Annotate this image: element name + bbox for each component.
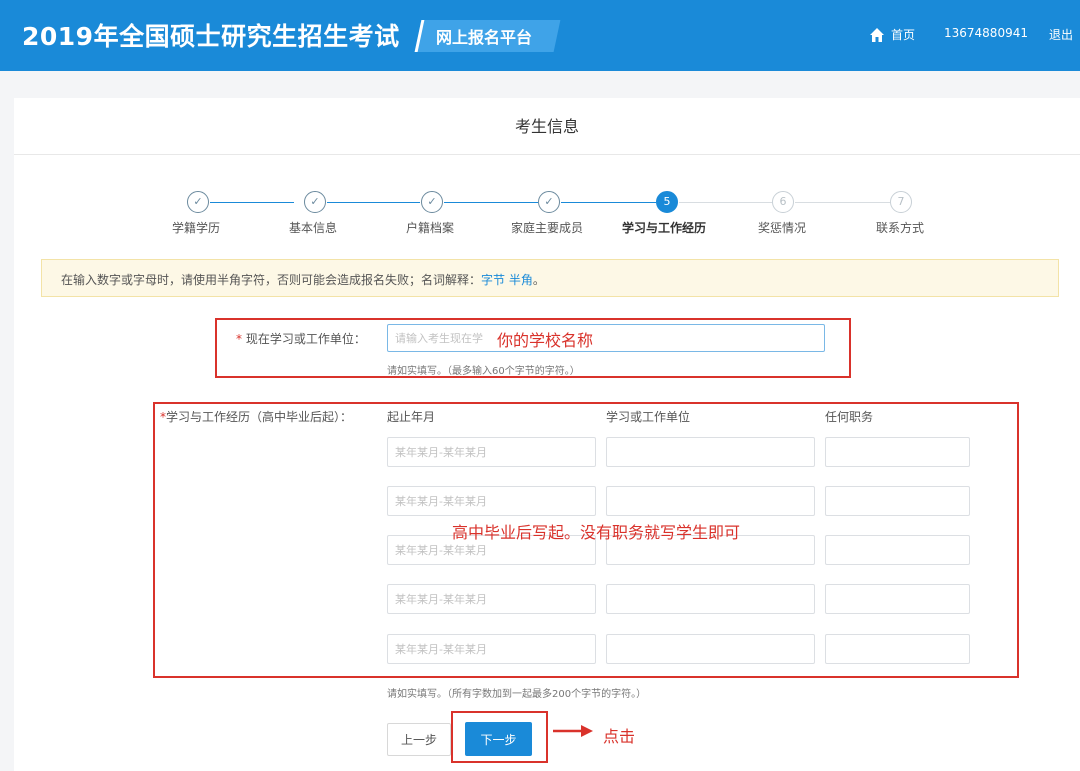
home-icon[interactable] bbox=[869, 27, 885, 43]
history-row-4-period[interactable] bbox=[387, 584, 596, 614]
step-label-experience: 学习与工作经历 bbox=[622, 221, 707, 235]
platform-label: 网上报名平台 bbox=[436, 28, 533, 47]
step-connector bbox=[327, 202, 420, 203]
history-row-5-unit[interactable] bbox=[606, 634, 815, 664]
notice-end: 。 bbox=[532, 273, 545, 287]
step-label-family: 家庭主要成员 bbox=[511, 221, 584, 235]
history-row-2-position[interactable] bbox=[825, 486, 970, 516]
arrow-right-icon bbox=[553, 725, 593, 737]
history-row-2-unit[interactable] bbox=[606, 486, 815, 516]
annotation-school-name: 你的学校名称 bbox=[497, 331, 594, 350]
home-link[interactable]: 首页 bbox=[891, 26, 915, 43]
history-row-4-position[interactable] bbox=[825, 584, 970, 614]
history-row-1-position[interactable] bbox=[825, 437, 970, 467]
history-row-5-period[interactable] bbox=[387, 634, 596, 664]
user-phone: 13674880941 bbox=[944, 26, 1028, 40]
prev-step-button[interactable]: 上一步 bbox=[387, 723, 451, 756]
notice-link-byte[interactable]: 字节 bbox=[481, 273, 505, 287]
notice-link-halfwidth[interactable]: 半角 bbox=[509, 273, 533, 287]
history-row-1-period[interactable] bbox=[387, 437, 596, 467]
step-label-contact: 联系方式 bbox=[876, 221, 925, 235]
step-connector bbox=[795, 202, 890, 203]
site-title: 2019年全国硕士研究生招生考试 bbox=[22, 22, 400, 51]
top-header: 2019年全国硕士研究生招生考试 网上报名平台 首页 13674880941 退… bbox=[0, 0, 1080, 71]
logout-link[interactable]: 退出 bbox=[1049, 26, 1073, 43]
current-unit-label: * 现在学习或工作单位： bbox=[236, 330, 366, 347]
step-3-check-icon: ✓ bbox=[421, 191, 443, 213]
column-header-period: 起止年月 bbox=[387, 410, 436, 424]
current-unit-hint: 请如实填写。（最多输入60个字节的字符。） bbox=[387, 366, 580, 377]
current-unit-label-text: 现在学习或工作单位： bbox=[245, 332, 366, 346]
history-row-1-unit[interactable] bbox=[606, 437, 815, 467]
step-label-basic-info: 基本信息 bbox=[289, 221, 338, 235]
step-connector bbox=[561, 202, 656, 203]
next-step-button[interactable]: 下一步 bbox=[465, 722, 532, 756]
step-5-current: 5 bbox=[656, 191, 678, 213]
history-hint: 请如实填写。（所有字数加到一起最多200个字节的字符。） bbox=[387, 689, 647, 700]
history-label: *学习与工作经历（高中毕业后起）： bbox=[160, 408, 352, 425]
step-label-education: 学籍学历 bbox=[172, 221, 221, 235]
notice-text: 在输入数字或字母时，请使用半角字符，否则可能会造成报名失败；名词解释：字节 半角… bbox=[61, 271, 545, 288]
required-mark: * bbox=[236, 332, 242, 346]
current-unit-input[interactable] bbox=[387, 324, 825, 352]
annotation-click: 点击 bbox=[603, 727, 636, 746]
step-label-rewards: 奖惩情况 bbox=[758, 221, 807, 235]
history-row-2-period[interactable] bbox=[387, 486, 596, 516]
step-1-check-icon: ✓ bbox=[187, 191, 209, 213]
step-connector bbox=[679, 202, 772, 203]
step-4-check-icon: ✓ bbox=[538, 191, 560, 213]
history-row-3-position[interactable] bbox=[825, 535, 970, 565]
step-6-pending: 6 bbox=[772, 191, 794, 213]
column-header-position: 任何职务 bbox=[825, 410, 874, 424]
column-header-unit: 学习或工作单位 bbox=[606, 410, 691, 424]
notice-banner: 在输入数字或字母时，请使用半角字符，否则可能会造成报名失败；名词解释：字节 半角… bbox=[41, 259, 1059, 297]
step-label-household: 户籍档案 bbox=[406, 221, 455, 235]
step-connector bbox=[210, 202, 294, 203]
page-title: 考生信息 bbox=[14, 98, 1080, 155]
step-connector bbox=[444, 202, 538, 203]
step-7-pending: 7 bbox=[890, 191, 912, 213]
step-2-check-icon: ✓ bbox=[304, 191, 326, 213]
history-row-5-position[interactable] bbox=[825, 634, 970, 664]
notice-message: 在输入数字或字母时，请使用半角字符，否则可能会造成报名失败；名词解释： bbox=[61, 273, 482, 287]
history-label-text: 学习与工作经历（高中毕业后起）： bbox=[166, 410, 353, 424]
history-row-4-unit[interactable] bbox=[606, 584, 815, 614]
annotation-history-tip: 高中毕业后写起。没有职务就写学生即可 bbox=[452, 523, 741, 542]
